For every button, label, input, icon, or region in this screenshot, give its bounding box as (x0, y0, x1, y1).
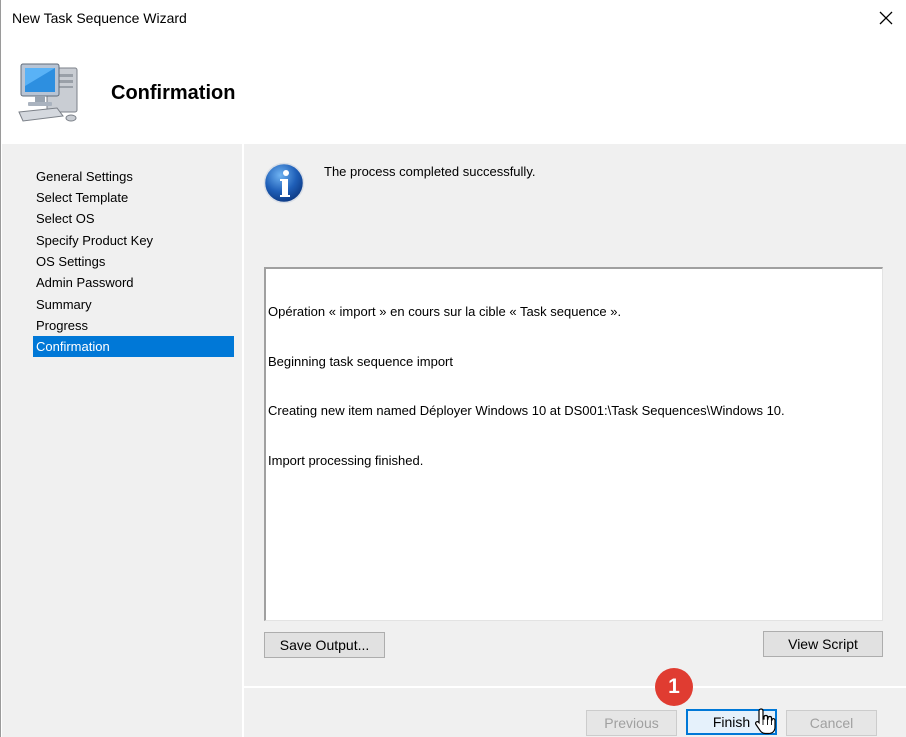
computer-icon (18, 63, 78, 122)
nav-item-confirmation[interactable]: Confirmation (33, 336, 234, 357)
nav-item-progress[interactable]: Progress (33, 315, 234, 336)
nav-item-select-os[interactable]: Select OS (33, 208, 234, 229)
wizard-header: Confirmation (1, 36, 906, 144)
title-bar: New Task Sequence Wizard (1, 0, 906, 36)
page-title: Confirmation (111, 82, 236, 104)
close-icon (879, 11, 893, 25)
status-message: The process completed successfully. (324, 164, 536, 179)
nav-item-select-template[interactable]: Select Template (33, 187, 234, 208)
nav-item-summary[interactable]: Summary (33, 294, 234, 315)
step-badge: 1 (655, 668, 693, 706)
wizard-steps-nav: General Settings Select Template Select … (2, 144, 242, 737)
view-script-button[interactable]: View Script (763, 631, 883, 657)
previous-button[interactable]: Previous (586, 710, 677, 736)
output-line: Opération « import » en cours sur la cib… (268, 304, 622, 319)
nav-item-specify-product-key[interactable]: Specify Product Key (33, 230, 234, 251)
output-log[interactable]: Opération « import » en cours sur la cib… (264, 267, 883, 621)
hand-cursor-icon (755, 708, 776, 735)
cancel-button[interactable]: Cancel (786, 710, 877, 736)
nav-item-os-settings[interactable]: OS Settings (33, 251, 234, 272)
nav-item-admin-password[interactable]: Admin Password (33, 272, 234, 293)
close-button[interactable] (867, 2, 905, 34)
nav-item-general-settings[interactable]: General Settings (33, 166, 234, 187)
output-line: Creating new item named Déployer Windows… (268, 403, 785, 418)
output-line: Beginning task sequence import (268, 353, 454, 369)
window-title: New Task Sequence Wizard (12, 10, 187, 26)
save-output-button[interactable]: Save Output... (264, 632, 385, 658)
output-line: Import processing finished. (268, 452, 424, 468)
wizard-window: New Task Sequence Wizard Confirmation Ge… (0, 0, 906, 737)
info-icon (263, 162, 305, 204)
